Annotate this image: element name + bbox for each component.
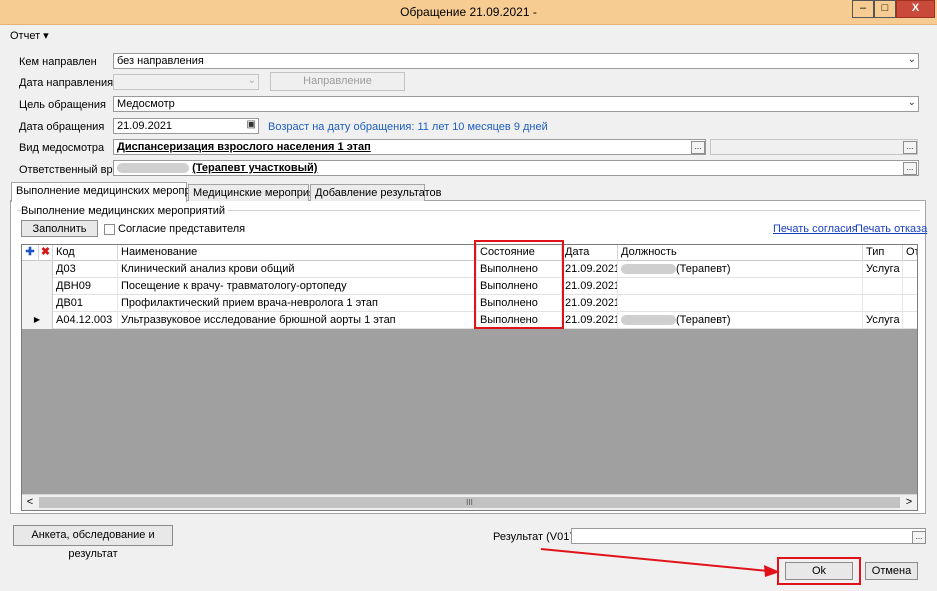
ok-button-highlight xyxy=(777,557,861,585)
cancel-button[interactable]: Отмена xyxy=(865,562,918,580)
arrow-line xyxy=(540,548,769,572)
annotation-arrow xyxy=(540,548,780,577)
